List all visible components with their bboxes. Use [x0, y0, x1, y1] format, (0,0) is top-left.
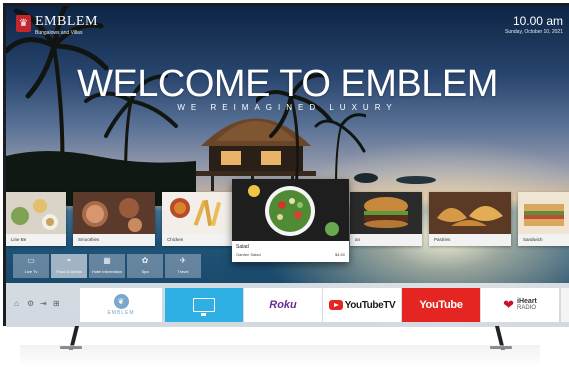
brand-subtitle: Bungalows and Villas	[35, 30, 83, 36]
youtube-play-icon	[328, 300, 343, 310]
roku-logo: Roku	[269, 299, 297, 311]
featured-price: $4.50	[334, 252, 345, 257]
menu-card-burger[interactable]: an	[350, 192, 422, 246]
home-icon[interactable]: ⌂	[14, 299, 19, 309]
tab-hotel-information[interactable]: ▦ Hotel information	[89, 254, 125, 278]
menu-card-label: Line Be	[11, 237, 27, 242]
food-image	[162, 192, 232, 234]
app-emblem[interactable]: ❦ EMBLEM	[80, 288, 162, 322]
tab-live-tv[interactable]: ▭ Live Tv	[13, 254, 49, 278]
tab-label: Hotel information	[91, 269, 123, 274]
iheart-logo-bottom: RADIO	[517, 305, 537, 311]
heart-icon: ❤	[503, 297, 515, 312]
tab-label: Live Tv	[24, 269, 38, 274]
app-live-tv[interactable]	[165, 288, 243, 322]
app-youtube[interactable]: YouTube	[402, 288, 480, 322]
tab-food-drinks[interactable]: ◓ Food & Drinks	[51, 254, 87, 278]
menu-card-line-be[interactable]: Line Be	[6, 192, 66, 246]
app-tile-partial[interactable]	[561, 288, 569, 322]
app-roku[interactable]: Roku	[244, 288, 322, 322]
tab-label: Spa	[141, 269, 149, 274]
monitor-icon	[193, 298, 215, 316]
youtube-tv-logo: YouTubeTV	[344, 299, 396, 311]
food-image	[429, 192, 511, 234]
tv-frame: ♛ EMBLEM Bungalows and Villas 10.00 am S…	[3, 3, 569, 327]
featured-description: Garden Salad	[236, 252, 261, 257]
tab-label: Travel	[177, 269, 189, 274]
distant-islets	[354, 173, 436, 184]
tab-label: Food & Drinks	[56, 269, 82, 274]
emblem-app-label: EMBLEM	[107, 310, 135, 316]
emblem-logo-icon: ❦	[113, 294, 129, 309]
featured-menu-item[interactable]: Salad Garden Salad $4.50	[232, 179, 349, 262]
menu-card-chicken[interactable]: Chicken	[162, 192, 232, 246]
apps-grid-icon[interactable]: ⊞	[53, 299, 60, 309]
menu-card-label: Chicken	[167, 237, 184, 242]
tab-spa[interactable]: ✿ Spa	[127, 254, 163, 278]
tv-icon: ▭	[27, 256, 35, 265]
brand-crown-icon: ♛	[16, 15, 31, 32]
food-image	[6, 192, 66, 234]
salad-image	[232, 179, 349, 241]
brand-name: EMBLEM	[35, 14, 98, 29]
clock-time: 10.00 am	[512, 14, 563, 28]
menu-card-label: Smoothies	[78, 237, 100, 242]
cloche-icon: ◓	[66, 256, 72, 265]
menu-card-label: Pastries	[434, 237, 451, 242]
app-youtube-tv[interactable]: YouTubeTV	[323, 288, 401, 322]
menu-card-smoothies[interactable]: Smoothies	[73, 192, 155, 246]
food-image	[350, 192, 422, 234]
menu-card-sandwich[interactable]: Sandwich	[518, 192, 569, 246]
settings-icon[interactable]: ⚙	[27, 299, 34, 309]
tab-travel[interactable]: ✈ Travel	[165, 254, 201, 278]
apps-bar: ⌂ ⚙ ⇥ ⊞ ❦ EMBLEM Roku YouTubeTV YouTube	[6, 283, 569, 327]
app-iheartradio[interactable]: ❤ iHeart RADIO	[481, 288, 559, 322]
food-image	[73, 192, 155, 234]
iheart-logo-top: iHeart	[517, 298, 537, 305]
food-image	[518, 192, 569, 234]
building-icon: ▦	[103, 256, 111, 265]
floor-reflection	[20, 345, 540, 367]
youtube-logo: YouTube	[419, 299, 463, 311]
menu-card-label: an	[355, 237, 361, 242]
clock-date: Sunday, October 10, 2021	[504, 29, 563, 35]
iheart-logo: iHeart RADIO	[517, 298, 537, 312]
tv-screen: ♛ EMBLEM Bungalows and Villas 10.00 am S…	[6, 6, 569, 327]
menu-card-pastries[interactable]: Pastries	[429, 192, 511, 246]
input-source-icon[interactable]: ⇥	[40, 299, 47, 309]
menu-card-label: Sandwich	[523, 237, 543, 242]
welcome-tagline: WE REIMAGINED LUXURY	[177, 103, 398, 112]
plane-icon: ✈	[179, 256, 187, 265]
featured-title: Salad	[236, 244, 249, 250]
welcome-title: WELCOME TO EMBLEM	[77, 63, 498, 105]
spa-icon: ✿	[141, 256, 149, 265]
